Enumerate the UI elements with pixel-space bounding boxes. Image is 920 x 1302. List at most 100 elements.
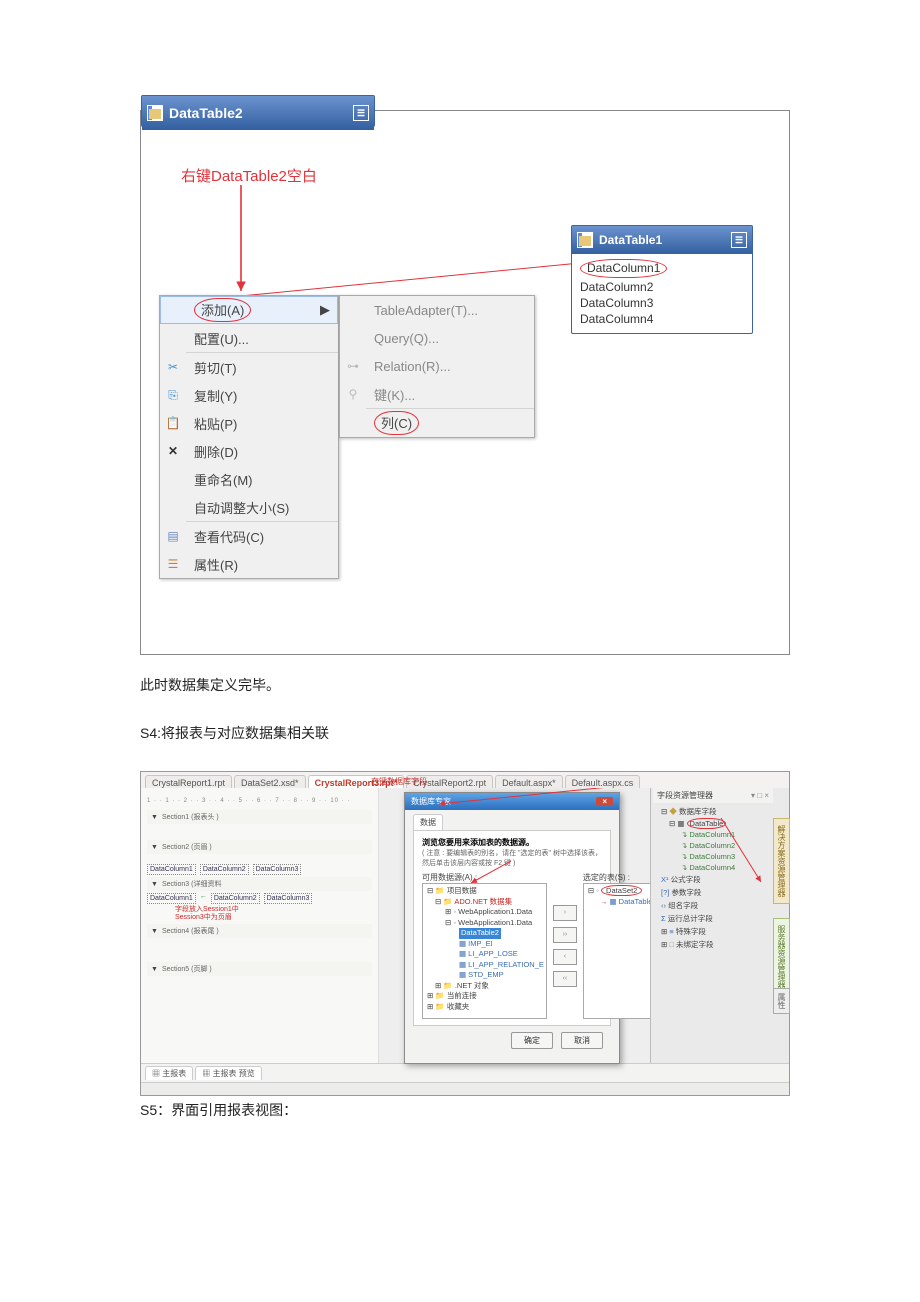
- right-label: 选定的表(S) :: [583, 872, 660, 883]
- database-expert-dialog: 数据库专家 × 数据 浏览您要用来添加表的数据源。 ( 注意 : 要编辑表的别名…: [404, 792, 620, 1064]
- cell: DataColumn1: [147, 864, 196, 875]
- selected-tables-col: 选定的表(S) : ⊟ ◦ DataSet2 → ▦ DataTable1: [583, 872, 660, 1019]
- datatable2-box: DataTable2 ☰: [141, 95, 375, 127]
- submenu-relation[interactable]: ⊶ Relation(R)...: [340, 352, 534, 380]
- footer-main-report[interactable]: ▦ 主报表: [145, 1066, 193, 1080]
- annotation-left-red-2: Session3中为页眉: [175, 914, 372, 922]
- tab-dataset2[interactable]: DataSet2.xsd*: [234, 775, 306, 789]
- instruction-text: 右键DataTable2空白: [181, 165, 317, 186]
- submenu-arrow-icon: ▶: [320, 302, 338, 318]
- collapse-icon[interactable]: ☰: [731, 232, 747, 248]
- fe-tree: ⊟ ◆ 数据库字段 ⊟ ▦ DataTable ↴ DataColumn1 ↴ …: [653, 803, 773, 953]
- code-icon: ▤: [160, 529, 186, 543]
- document-page: DataTable2 ☰ 右键DataTable2空白 DataTable1 ☰: [0, 0, 920, 1302]
- menu-add-label: 添加(A): [194, 298, 251, 322]
- s4-heading: S4:将报表与对应数据集相关联: [140, 723, 790, 743]
- section4: ▼Section4 (报表尾 ): [147, 924, 372, 938]
- annotation-right-click-db-fields: 右键数据库字段: [371, 776, 427, 787]
- fe-title: 字段资源管理器 ▾ □ ×: [653, 788, 773, 803]
- menu-rename[interactable]: 重命名(M): [160, 465, 338, 493]
- datacolumn1-highlight: DataColumn1: [580, 259, 667, 278]
- ok-button[interactable]: 确定: [511, 1032, 553, 1049]
- cell: DataColumn2: [200, 864, 249, 875]
- menu-configure[interactable]: 配置(U)...: [160, 324, 338, 352]
- menu-viewcode[interactable]: ▤ 查看代码(C): [160, 522, 338, 550]
- section2: ▼Section2 (页眉 ): [147, 840, 372, 854]
- remove-button[interactable]: ‹: [553, 949, 577, 965]
- submenu-tableadapter[interactable]: TableAdapter(T)...: [340, 296, 534, 324]
- figure-crystal-report: CrystalReport1.rpt DataSet2.xsd* Crystal…: [140, 771, 790, 1096]
- add-button[interactable]: ›: [553, 905, 577, 921]
- tab-default-aspx[interactable]: Default.aspx*: [495, 775, 563, 789]
- dataset2-oval: DataSet2: [601, 885, 642, 896]
- menu-paste[interactable]: 📋 粘贴(P): [160, 409, 338, 437]
- menu-delete[interactable]: ✕ 删除(D): [160, 437, 338, 465]
- datatable1-columns: DataColumn1 DataColumn2 DataColumn3 Data…: [572, 254, 752, 333]
- addall-button[interactable]: ››: [553, 927, 577, 943]
- key-icon: ⚲: [340, 387, 366, 401]
- submenu-query[interactable]: Query(Q)...: [340, 324, 534, 352]
- datatable2-title: DataTable2: [169, 105, 243, 121]
- menu-properties[interactable]: ☰ 属性(R): [160, 550, 338, 578]
- caption-dataset-done: 此时数据集定义完毕。: [140, 675, 790, 695]
- table-icon: [147, 105, 163, 121]
- report-designer: 1 · · 1 · · 2 · · 3 · · 4 · · 5 · · 6 · …: [141, 788, 379, 1063]
- detail-row-fields: DataColumn1 ← DataColumn2 DataColumn3: [147, 893, 372, 904]
- removeall-button[interactable]: ‹‹: [553, 971, 577, 987]
- cell: DataColumn1: [147, 893, 196, 904]
- menu-autosize[interactable]: 自动调整大小(S): [160, 493, 338, 521]
- sidetab-solution-explorer[interactable]: 解决方案资源管理器: [773, 818, 790, 904]
- cell: DataColumn3: [253, 864, 302, 875]
- datatable-oval: DataTable: [687, 818, 727, 829]
- sidetab-server-explorer[interactable]: 服务器资源管理器: [773, 918, 790, 996]
- status-bar: [141, 1082, 789, 1095]
- dialog-buttons: 确定 取消: [413, 1026, 611, 1057]
- menu-copy[interactable]: ⎘ 复制(Y): [160, 381, 338, 409]
- section3: ▼Section3 (详细资料: [147, 877, 372, 891]
- collapse-icon[interactable]: ☰: [353, 105, 369, 121]
- sidetab-properties[interactable]: 属性: [773, 988, 790, 1014]
- submenu-column-label: 列(C): [374, 411, 419, 435]
- dlg-columns: 可用数据源(A) : ⊟ 📁 项目数据 ⊟ 📁 ADO.NET 数据集 ⊞ ◦ …: [422, 872, 602, 1019]
- available-sources-col: 可用数据源(A) : ⊟ 📁 项目数据 ⊟ 📁 ADO.NET 数据集 ⊞ ◦ …: [422, 872, 547, 1019]
- submenu-column[interactable]: 列(C): [340, 409, 534, 437]
- tab-cr1[interactable]: CrystalReport1.rpt: [145, 775, 232, 789]
- fe-toolbar-icons[interactable]: ▾ □ ×: [751, 791, 769, 800]
- menu-cut[interactable]: ✂ 剪切(T): [160, 353, 338, 381]
- detail-row-labels: DataColumn1 DataColumn2 DataColumn3: [147, 864, 372, 875]
- tab-data[interactable]: 数据: [413, 814, 443, 831]
- submenu-key[interactable]: ⚲ 键(K)...: [340, 380, 534, 408]
- relation-icon: ⊶: [340, 359, 366, 373]
- s5-heading: S5：界面引用报表视图：: [140, 1100, 790, 1120]
- f2-main: 1 · · 1 · · 2 · · 3 · · 4 · · 5 · · 6 · …: [141, 788, 789, 1063]
- f2-center: 数据库专家 × 数据 浏览您要用来添加表的数据源。 ( 注意 : 要编辑表的别名…: [379, 788, 650, 1063]
- datatable1-title: DataTable1: [599, 233, 662, 247]
- available-tree[interactable]: ⊟ 📁 项目数据 ⊟ 📁 ADO.NET 数据集 ⊞ ◦ WebApplicat…: [422, 883, 547, 1019]
- arrow-icon: ←: [200, 893, 207, 904]
- properties-icon: ☰: [160, 557, 186, 571]
- tab-default-cs[interactable]: Default.aspx.cs: [565, 775, 641, 789]
- copy-icon: ⎘: [160, 388, 186, 403]
- column-item: DataColumn1: [580, 258, 744, 279]
- left-label: 可用数据源(A) :: [422, 872, 547, 883]
- close-button[interactable]: ×: [596, 797, 613, 806]
- selected-tree[interactable]: ⊟ ◦ DataSet2 → ▦ DataTable1: [583, 883, 660, 1019]
- cell: DataColumn3: [264, 893, 313, 904]
- menu-add[interactable]: 添加(A) ▶: [160, 296, 338, 324]
- figure-dataset-designer: DataTable2 ☰ 右键DataTable2空白 DataTable1 ☰: [140, 110, 790, 655]
- annotation-left-red-1: 字段放入Session1中: [175, 906, 372, 914]
- section5: ▼Section5 (页脚 ): [147, 962, 372, 976]
- datatable1-box: DataTable1 ☰ DataColumn1 DataColumn2 Dat…: [571, 225, 753, 334]
- submenu: TableAdapter(T)... Query(Q)... ⊶ Relatio…: [339, 295, 535, 438]
- cancel-button[interactable]: 取消: [561, 1032, 603, 1049]
- footer-preview[interactable]: ▦ 主报表 预览: [195, 1066, 261, 1080]
- footer-tabs: ▦ 主报表 ▦ 主报表 预览: [141, 1063, 789, 1082]
- table-icon: [577, 232, 593, 248]
- datatable1-header: DataTable1 ☰: [572, 226, 752, 254]
- dlg-title-label: 数据库专家: [411, 796, 451, 807]
- editor-tab-bar: CrystalReport1.rpt DataSet2.xsd* Crystal…: [141, 772, 789, 788]
- selected-table[interactable]: DataTable2: [459, 928, 501, 939]
- cut-icon: ✂: [160, 360, 186, 374]
- transfer-buttons: › ›› ‹ ‹‹: [553, 872, 577, 1019]
- field-explorer-panel: 字段资源管理器 ▾ □ × ⊟ ◆ 数据库字段 ⊟ ▦ DataTable ↴ …: [650, 788, 775, 1063]
